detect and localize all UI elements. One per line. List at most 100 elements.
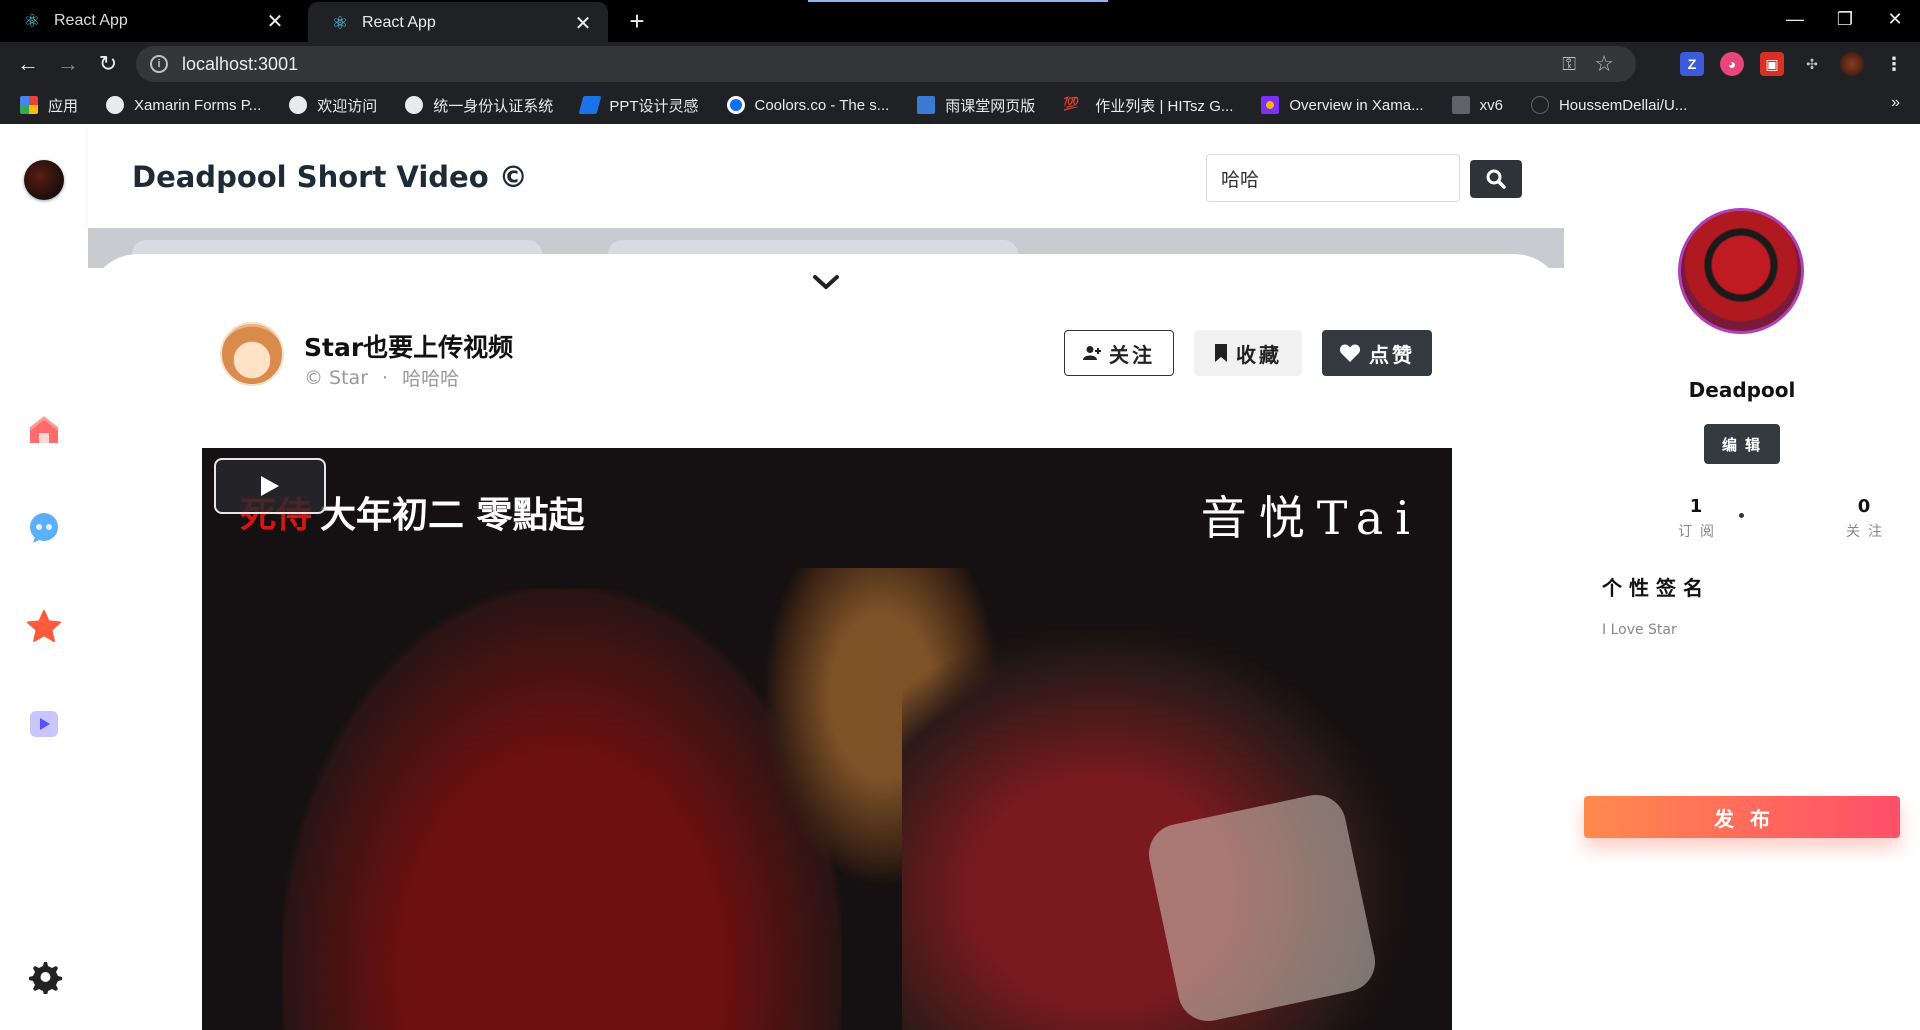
browser-menu-icon[interactable]: ⋮: [1882, 52, 1906, 76]
bookmark-item[interactable]: 统一身份认证系统: [405, 95, 553, 116]
extensions-puzzle-icon[interactable]: ✣: [1800, 52, 1824, 76]
address-bar[interactable]: i localhost:3001 ⚿ ☆: [136, 46, 1636, 82]
user-plus-icon: [1083, 346, 1101, 360]
github-icon: [1530, 96, 1549, 114]
video-player[interactable]: 死侍 大年初二 零點起 音悦Tai: [202, 448, 1452, 1030]
bookmark-item[interactable]: HoussemDellai/U...: [1530, 96, 1688, 114]
bookmark-icon: [1215, 344, 1227, 362]
profile-avatar-icon[interactable]: [1840, 52, 1864, 76]
profile-avatar[interactable]: [1678, 208, 1804, 334]
heart-icon: [1339, 344, 1361, 362]
app-page: Deadpool Short Video © Star也要上传视频 © Star…: [0, 124, 1920, 1030]
settings-gear-icon[interactable]: [26, 958, 62, 994]
red-extension-icon[interactable]: ▣: [1760, 52, 1784, 76]
collect-label: 收藏: [1236, 342, 1282, 367]
uploader-avatar[interactable]: [220, 322, 284, 386]
bookmark-item[interactable]: 欢迎访问: [289, 95, 377, 116]
bookmark-item[interactable]: Coolors.co - The s...: [726, 96, 889, 114]
bookmark-item[interactable]: 💯 作业列表 | HITsz G...: [1063, 95, 1233, 116]
reload-icon[interactable]: ↻: [92, 48, 124, 80]
bookmark-label: HoussemDellai/U...: [1558, 96, 1688, 114]
tab-title: React App: [362, 14, 436, 31]
bookmark-item[interactable]: PPT设计灵感: [578, 95, 699, 116]
bookmark-item[interactable]: 雨课堂网页版: [917, 95, 1035, 116]
bookmark-label: 统一身份认证系统: [433, 97, 554, 115]
app-title[interactable]: Deadpool Short Video ©: [132, 160, 528, 194]
follow-button[interactable]: 关注: [1064, 330, 1174, 376]
like-label: 点赞: [1369, 342, 1415, 367]
new-tab-button[interactable]: +: [622, 6, 652, 36]
bookmark-label: Xamarin Forms P...: [134, 96, 262, 114]
apps-grid-icon: [20, 96, 38, 114]
browser-tab-1[interactable]: ⚛ React App ✕: [0, 0, 300, 42]
like-button[interactable]: 点赞: [1322, 330, 1432, 376]
close-tab-icon[interactable]: ✕: [572, 12, 594, 35]
video-tag[interactable]: 哈哈哈: [402, 364, 459, 391]
site-info-icon[interactable]: i: [150, 55, 168, 73]
close-tab-icon[interactable]: ✕: [264, 10, 286, 33]
search-icon: [1486, 169, 1506, 189]
browser-tab-2-active[interactable]: ⚛ React App ✕: [308, 2, 608, 44]
left-sidebar: [0, 124, 88, 1030]
play-button[interactable]: [214, 458, 326, 514]
following-count: 0: [1857, 496, 1871, 517]
bookmark-label: Overview in Xama...: [1289, 96, 1424, 114]
globe-icon: [289, 96, 308, 114]
video-icon[interactable]: [26, 706, 62, 742]
feather-icon: [578, 96, 602, 114]
stat-divider: [1739, 513, 1744, 518]
dots-icon: [1261, 96, 1280, 114]
subscriptions-count: 1: [1689, 496, 1703, 517]
collect-button[interactable]: 收藏: [1194, 330, 1302, 376]
user-avatar[interactable]: [24, 160, 64, 200]
url-text[interactable]: localhost:3001: [182, 54, 298, 75]
bookmark-item[interactable]: xv6: [1451, 96, 1503, 114]
bookmark-label: xv6: [1479, 96, 1503, 114]
following-stat[interactable]: 0 关注: [1824, 496, 1904, 541]
minimize-icon[interactable]: —: [1770, 0, 1820, 38]
back-icon[interactable]: ←: [12, 48, 44, 80]
globe-icon: [405, 96, 424, 114]
browser-tab-strip: ⚛ React App ✕ ⚛ React App ✕ + — ❐ ✕: [0, 0, 1920, 44]
bookmark-item[interactable]: Overview in Xama...: [1261, 96, 1424, 114]
zotero-extension-icon[interactable]: Z: [1680, 52, 1704, 76]
window-controls: — ❐ ✕: [1770, 0, 1920, 38]
bookmark-apps[interactable]: 应用: [20, 95, 78, 116]
home-icon[interactable]: [26, 412, 62, 448]
more-bookmarks-icon[interactable]: »: [1891, 94, 1900, 112]
bookmark-item[interactable]: Xamarin Forms P...: [106, 96, 261, 114]
search-input[interactable]: [1206, 154, 1460, 202]
video-detail-card: Star也要上传视频 © Star · 哈哈哈 关注 收藏 点赞 死侍 大年初二…: [88, 254, 1564, 1030]
close-window-icon[interactable]: ✕: [1870, 0, 1920, 38]
video-frame-pillow: [1143, 789, 1381, 1027]
react-favicon-icon: ⚛: [331, 12, 349, 33]
chat-icon[interactable]: [26, 510, 62, 546]
subscriptions-stat[interactable]: 1 订阅: [1656, 496, 1736, 541]
rain-class-icon: [917, 96, 936, 114]
profile-panel: Deadpool 编辑 1 订阅 0 关注 个性签名 I Love Star 发…: [1564, 124, 1920, 1030]
bookmark-star-icon[interactable]: ☆: [1594, 51, 1614, 77]
forward-icon[interactable]: →: [52, 48, 84, 80]
profile-name: Deadpool: [1688, 378, 1796, 402]
coolors-icon: [726, 96, 745, 114]
video-author[interactable]: © Star: [304, 367, 368, 389]
bookmark-label: 应用: [48, 97, 79, 115]
search-button[interactable]: [1470, 160, 1522, 198]
pdos-icon: [1451, 96, 1470, 114]
key-icon[interactable]: ⚿: [1562, 54, 1576, 75]
bookmarks-bar: 应用 Xamarin Forms P... 欢迎访问 统一身份认证系统 PPT设…: [0, 86, 1920, 124]
octocat-extension-icon[interactable]: ◕: [1720, 52, 1744, 76]
star-icon[interactable]: [26, 608, 62, 644]
edit-profile-button[interactable]: 编辑: [1704, 424, 1780, 464]
follow-label: 关注: [1109, 342, 1155, 367]
video-title: Star也要上传视频: [304, 333, 514, 362]
collapse-chevron-icon[interactable]: [812, 274, 840, 297]
globe-icon: [106, 96, 125, 114]
video-frame-figure: [282, 588, 842, 1030]
bookmark-label: 雨课堂网页版: [945, 97, 1036, 115]
video-meta: © Star · 哈哈哈: [304, 364, 459, 391]
app-header: Deadpool Short Video ©: [88, 124, 1564, 228]
browser-toolbar: ← → ↻ i localhost:3001 ⚿ ☆ Z ◕ ▣ ✣ ⋮: [0, 42, 1920, 86]
publish-button[interactable]: 发布: [1584, 796, 1900, 838]
restore-icon[interactable]: ❐: [1820, 0, 1870, 38]
